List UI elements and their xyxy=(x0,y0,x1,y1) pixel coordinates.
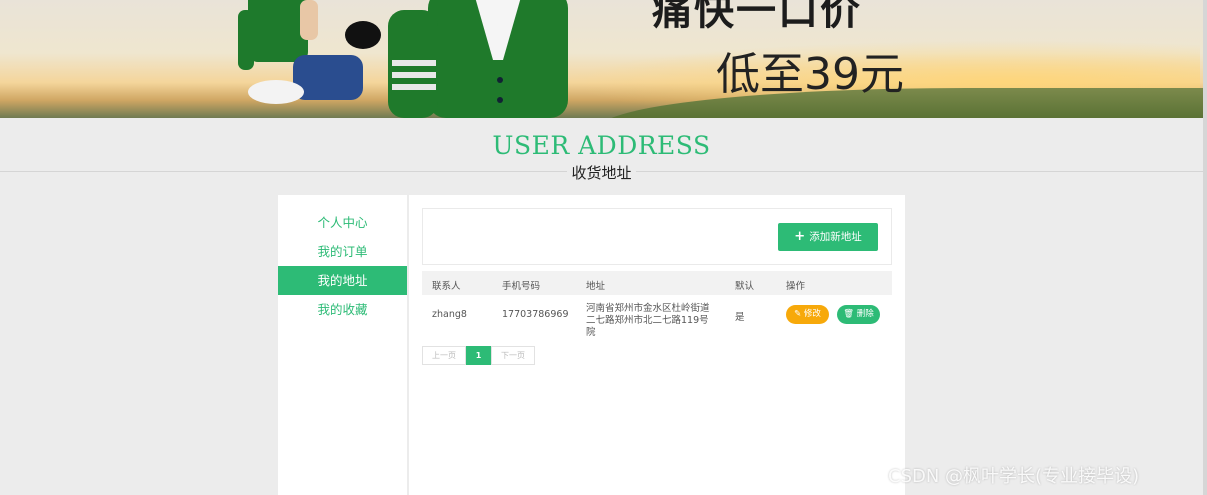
plus-icon: + xyxy=(794,229,806,244)
sidebar-item-addresses[interactable]: 我的地址 xyxy=(278,266,407,295)
edit-address-button[interactable]: ✎ 修改 xyxy=(786,305,829,324)
address-table: 联系人 手机号码 地址 默认 操作 zhang8 17703786969 河南省… xyxy=(422,271,892,338)
add-address-label: 添加新地址 xyxy=(809,231,862,243)
sidebar-item-orders[interactable]: 我的订单 xyxy=(278,237,407,266)
section-title-en: USER ADDRESS xyxy=(492,131,711,160)
address-toolbar: + 添加新地址 xyxy=(422,208,892,265)
section-title-cn-text: 收货地址 xyxy=(567,164,636,182)
section-title-cn: 收货地址 xyxy=(0,162,1203,183)
row-default: 是 xyxy=(735,312,745,323)
column-header-actions: 操作 xyxy=(786,281,806,292)
table-row: zhang8 17703786969 河南省郑州市金水区杜岭街道二七路郑州市北二… xyxy=(422,295,892,338)
edit-label: 修改 xyxy=(803,309,821,319)
promo-banner: 痛快一口价 低至39元 xyxy=(0,0,1203,118)
add-address-button[interactable]: + 添加新地址 xyxy=(778,223,878,251)
banner-promo-line2: 低至39元 xyxy=(716,49,904,100)
address-panel: + 添加新地址 联系人 手机号码 地址 默认 操作 zhang8 17703786… xyxy=(409,195,905,495)
sidebar-item-profile[interactable]: 个人中心 xyxy=(278,208,407,237)
pagination: 上一页 1 下一页 xyxy=(422,346,535,365)
watermark: CSDN @枫叶学长(专业接毕设) xyxy=(888,466,1140,487)
pencil-icon: ✎ xyxy=(794,309,802,319)
delete-label: 删除 xyxy=(856,309,874,319)
column-header-contact: 联系人 xyxy=(432,281,461,292)
model-figure-right xyxy=(388,0,568,118)
sidebar-item-favorites[interactable]: 我的收藏 xyxy=(278,295,407,324)
page-number-current[interactable]: 1 xyxy=(466,346,491,365)
column-header-phone: 手机号码 xyxy=(502,281,541,292)
row-contact: zhang8 xyxy=(432,309,467,320)
prev-page-button[interactable]: 上一页 xyxy=(422,346,466,365)
delete-address-button[interactable]: 🗑 删除 xyxy=(837,305,880,324)
row-phone: 17703786969 xyxy=(502,309,569,320)
sidebar-menu: 个人中心 我的订单 我的地址 我的收藏 xyxy=(278,195,407,324)
user-sidebar: 个人中心 我的订单 我的地址 我的收藏 xyxy=(278,195,407,495)
row-address: 河南省郑州市金水区杜岭街道二七路郑州市北二七路119号院 xyxy=(586,303,710,338)
banner-promo-line1: 痛快一口价 xyxy=(652,0,862,34)
model-figure-left xyxy=(238,0,381,104)
column-header-address: 地址 xyxy=(586,281,606,292)
table-header: 联系人 手机号码 地址 默认 操作 xyxy=(422,271,892,295)
scrollbar-track[interactable] xyxy=(1203,0,1207,495)
next-page-button[interactable]: 下一页 xyxy=(491,346,535,365)
column-header-default: 默认 xyxy=(735,281,755,292)
trash-icon: 🗑 xyxy=(843,309,855,319)
